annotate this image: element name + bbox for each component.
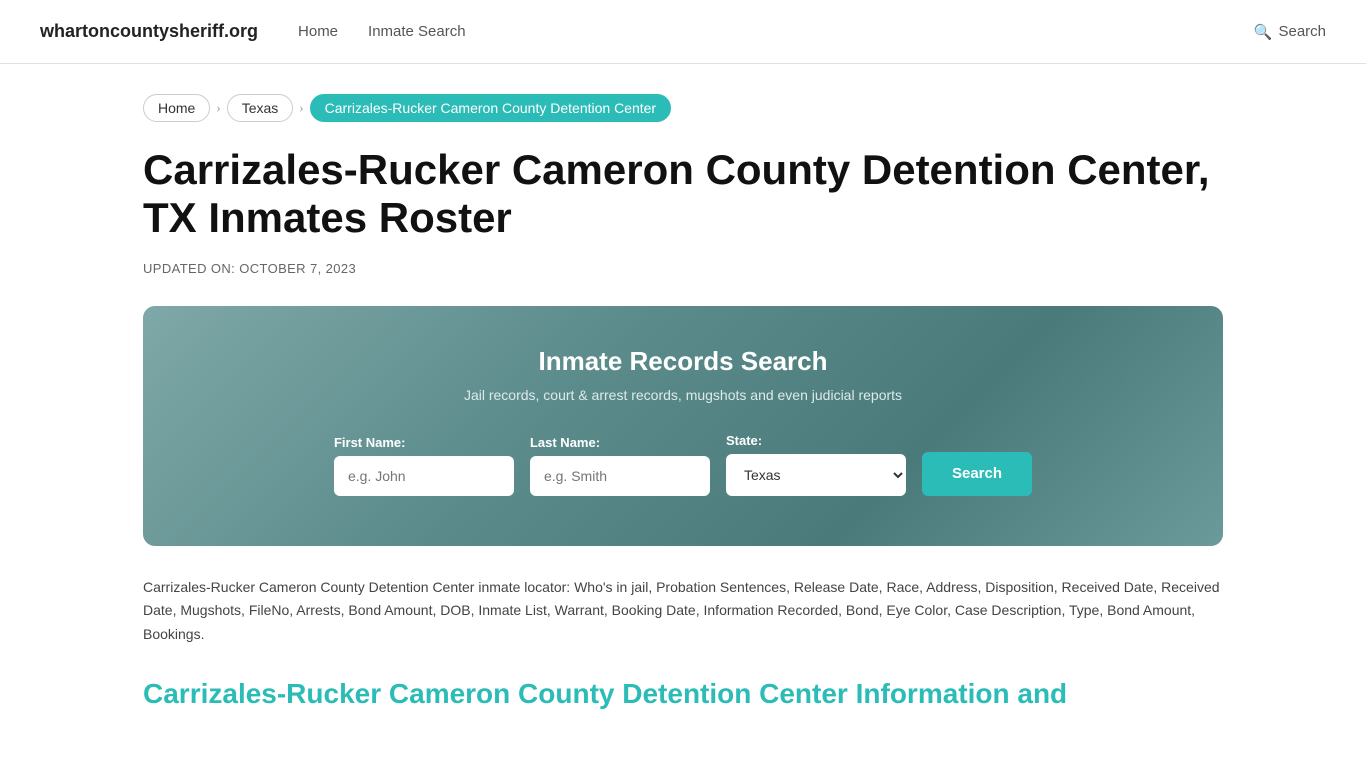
first-name-group: First Name: [334,435,514,496]
description-text: Carrizales-Rucker Cameron County Detenti… [143,576,1223,647]
nav-home[interactable]: Home [298,23,338,40]
last-name-input[interactable] [530,456,710,496]
state-label: State: [726,433,762,448]
breadcrumb: Home › Texas › Carrizales-Rucker Cameron… [143,94,1223,122]
navbar-search-label: Search [1278,23,1326,40]
nav-links: Home Inmate Search [298,23,1214,40]
state-select[interactable]: AlabamaAlaskaArizonaArkansasCaliforniaCo… [726,454,906,496]
page-title: Carrizales-Rucker Cameron County Detenti… [143,146,1223,243]
state-group: State: AlabamaAlaskaArizonaArkansasCalif… [726,433,906,496]
first-name-label: First Name: [334,435,406,450]
search-section: Inmate Records Search Jail records, cour… [143,306,1223,546]
last-name-label: Last Name: [530,435,600,450]
breadcrumb-current[interactable]: Carrizales-Rucker Cameron County Detenti… [310,94,671,122]
search-form: First Name: Last Name: State: AlabamaAla… [203,433,1163,496]
site-logo[interactable]: whartoncountysheriff.org [40,21,258,42]
breadcrumb-sep-2: › [299,100,303,116]
updated-label: UPDATED ON: [143,261,235,276]
section-heading: Carrizales-Rucker Cameron County Detenti… [143,677,1223,711]
search-section-subtitle: Jail records, court & arrest records, mu… [203,387,1163,403]
search-section-title: Inmate Records Search [203,346,1163,377]
search-button[interactable]: Search [922,452,1032,496]
first-name-input[interactable] [334,456,514,496]
nav-inmate-search[interactable]: Inmate Search [368,23,466,40]
search-icon: 🔍 [1254,23,1273,41]
breadcrumb-home[interactable]: Home [143,94,210,122]
last-name-group: Last Name: [530,435,710,496]
navbar-search[interactable]: 🔍 Search [1254,23,1326,41]
breadcrumb-sep-1: › [216,100,220,116]
updated-date: UPDATED ON: OCTOBER 7, 2023 [143,261,1223,276]
updated-date-value: OCTOBER 7, 2023 [239,261,356,276]
navbar: whartoncountysheriff.org Home Inmate Sea… [0,0,1366,64]
breadcrumb-texas[interactable]: Texas [227,94,294,122]
main-content: Home › Texas › Carrizales-Rucker Cameron… [103,64,1263,761]
